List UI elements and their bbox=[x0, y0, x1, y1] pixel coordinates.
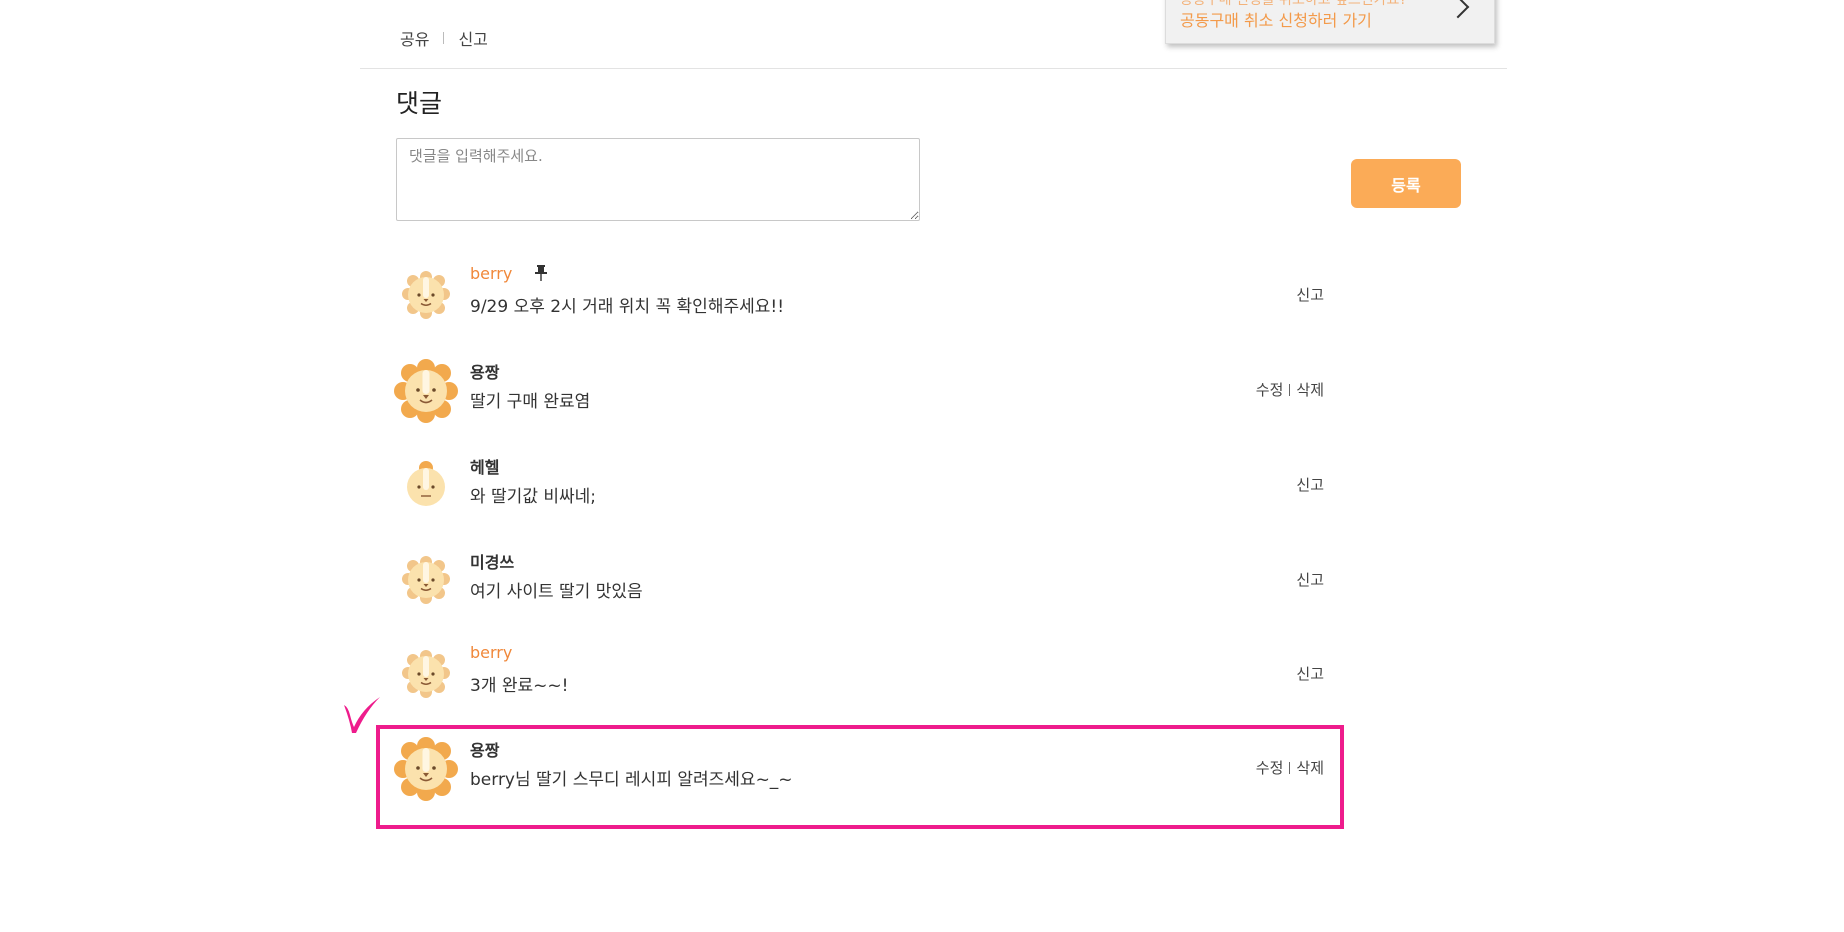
cancel-group-buy-card[interactable]: 공동구매 신청을 취소하고 싶으신가요? 공동구매 취소 신청하러 가기 bbox=[1165, 0, 1495, 44]
comment-input[interactable] bbox=[396, 138, 920, 221]
report-comment-link[interactable]: 신고 bbox=[1296, 569, 1324, 590]
comment-author: 용짱 bbox=[470, 363, 500, 382]
pushpin-icon bbox=[534, 264, 548, 286]
highlight-box bbox=[376, 725, 1344, 829]
comment-item: berry 9/29 오후 2시 거래 위치 꼭 확인해주세요!! 신고 bbox=[394, 260, 1324, 334]
comment-item: 헤헬 와 딸기값 비싸네; 신고 bbox=[394, 450, 1324, 524]
share-link[interactable]: 공유 bbox=[400, 26, 429, 50]
comment-item: 용짱 딸기 구매 완료염 수정 삭제 bbox=[394, 355, 1324, 429]
report-comment-link[interactable]: 신고 bbox=[1296, 284, 1324, 305]
comment-text: 딸기 구매 완료염 bbox=[470, 392, 591, 412]
comment-text: 와 딸기값 비싸네; bbox=[470, 487, 597, 507]
lion-avatar-icon bbox=[406, 460, 446, 507]
comment-actions: 신고 bbox=[1296, 284, 1324, 305]
lion-avatar-icon bbox=[401, 555, 451, 605]
lion-avatar-icon bbox=[401, 270, 451, 320]
comment-author: berry bbox=[470, 643, 513, 662]
comment-text: 여기 사이트 딸기 맛있음 bbox=[470, 582, 643, 602]
comment-item: berry 3개 완료~~! 신고 bbox=[394, 639, 1324, 713]
comment-text: 3개 완료~~! bbox=[470, 676, 569, 696]
lion-avatar-icon bbox=[401, 649, 451, 699]
comment-author: 헤헬 bbox=[470, 458, 500, 477]
comment-actions: 신고 bbox=[1296, 474, 1324, 495]
report-comment-link[interactable]: 신고 bbox=[1296, 474, 1324, 495]
report-post-link[interactable]: 신고 bbox=[458, 26, 487, 50]
comment-author: berry bbox=[470, 264, 513, 283]
post-actions: 공유 신고 bbox=[400, 26, 488, 50]
divider bbox=[443, 32, 445, 44]
comments-title: 댓글 bbox=[396, 89, 443, 118]
submit-comment-button[interactable]: 등록 bbox=[1351, 159, 1461, 208]
report-comment-link[interactable]: 신고 bbox=[1296, 663, 1324, 684]
comment-text: 9/29 오후 2시 거래 위치 꼭 확인해주세요!! bbox=[470, 297, 785, 317]
comment-author: 미경쓰 bbox=[470, 553, 515, 572]
divider bbox=[1289, 383, 1291, 396]
lion-avatar-icon bbox=[394, 359, 458, 423]
comment-actions: 수정 삭제 bbox=[1256, 379, 1324, 400]
chevron-right-icon bbox=[1446, 0, 1470, 19]
cancel-card-link-text: 공동구매 취소 신청하러 가기 bbox=[1180, 11, 1372, 30]
comment-item: 미경쓰 여기 사이트 딸기 맛있음 신고 bbox=[394, 545, 1324, 619]
edit-comment-link[interactable]: 수정 bbox=[1256, 379, 1284, 400]
checkmark-icon bbox=[344, 697, 380, 733]
delete-comment-link[interactable]: 삭제 bbox=[1296, 379, 1324, 400]
section-divider bbox=[360, 68, 1507, 69]
comment-actions: 신고 bbox=[1296, 569, 1324, 590]
comment-actions: 신고 bbox=[1296, 663, 1324, 684]
